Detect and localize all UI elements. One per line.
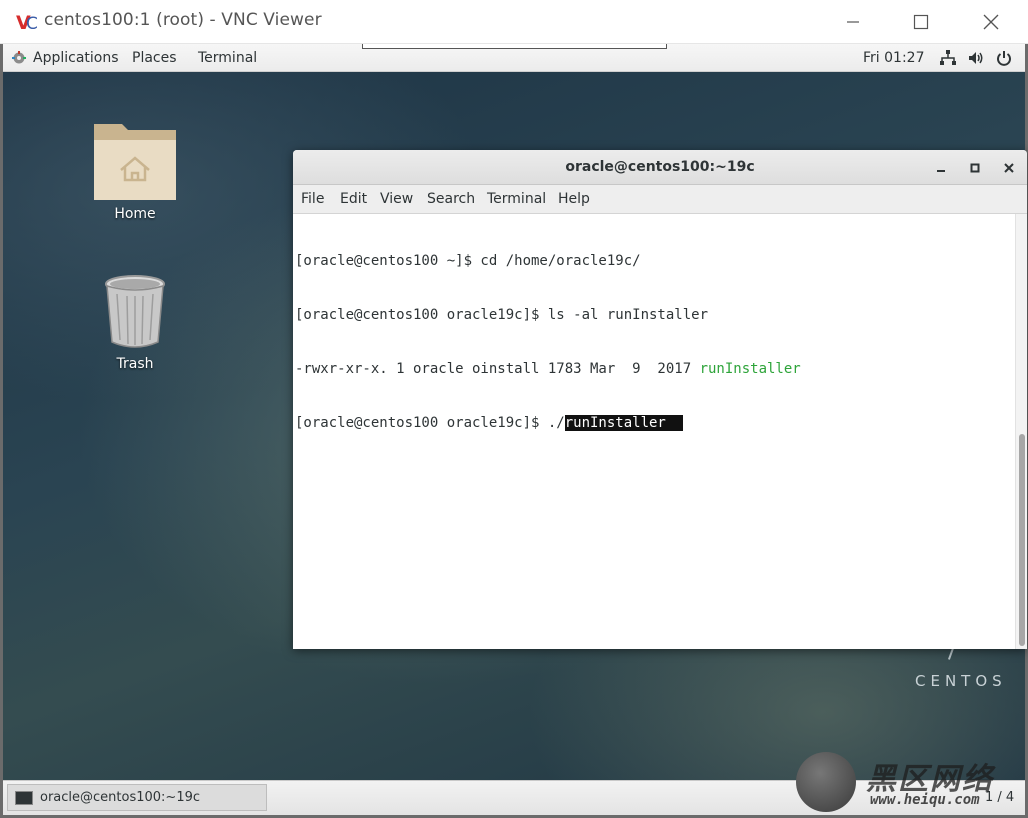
close-icon	[1004, 163, 1014, 173]
applications-menu[interactable]: Applications	[33, 50, 119, 66]
desktop-icon-label: Home	[114, 206, 156, 222]
menu-help[interactable]: Help	[558, 191, 590, 207]
maximize-button[interactable]	[898, 8, 944, 36]
terminal-title-bar[interactable]: oracle@centos100:~19c	[293, 150, 1027, 185]
menu-search[interactable]: Search	[427, 191, 475, 207]
terminal-line: [oracle@centos100 oracle19c]$ ls -al run…	[295, 307, 709, 323]
prompt-text: [oracle@centos100 oracle19c]$ ./	[295, 415, 565, 431]
network-icon[interactable]	[939, 49, 957, 67]
selected-text[interactable]: runInstaller	[564, 415, 683, 431]
terminal-menu-bar: File Edit View Search Terminal Help	[293, 185, 1027, 214]
terminal-scrollbar[interactable]	[1015, 214, 1027, 649]
terminal-line: [oracle@centos100 ~]$ cd /home/oracle19c…	[295, 253, 641, 269]
terminal-title: oracle@centos100:~19c	[565, 159, 755, 175]
applications-icon	[12, 51, 26, 64]
terminal-app-menu[interactable]: Terminal	[198, 50, 257, 66]
watermark: 黑区网络 www.heiqu.com	[796, 752, 1026, 816]
terminal-maximize-button[interactable]	[965, 158, 985, 178]
places-menu[interactable]: Places	[132, 50, 177, 66]
vnc-logo-icon: V C	[16, 12, 38, 34]
desktop-icon-home[interactable]: Home	[80, 118, 190, 222]
vnc-title-bar[interactable]: V C centos100:1 (root) - VNC Viewer	[0, 0, 1028, 44]
vnc-window-title: centos100:1 (root) - VNC Viewer	[44, 10, 322, 30]
trash-icon	[105, 275, 165, 348]
menu-view[interactable]: View	[380, 191, 413, 207]
menu-terminal[interactable]: Terminal	[487, 191, 546, 207]
terminal-close-button[interactable]	[999, 158, 1019, 178]
desktop-icon-label: Trash	[116, 356, 154, 372]
minimize-button[interactable]	[830, 8, 876, 36]
power-icon[interactable]	[995, 49, 1013, 67]
maximize-icon	[913, 14, 929, 30]
menu-file[interactable]: File	[301, 191, 324, 207]
menu-edit[interactable]: Edit	[340, 191, 367, 207]
file-permissions-text: -rwxr-xr-x. 1 oracle oinstall 1783 Mar 9…	[295, 361, 700, 377]
terminal-output[interactable]: [oracle@centos100 ~]$ cd /home/oracle19c…	[293, 214, 1015, 649]
scrollbar-thumb[interactable]	[1019, 434, 1025, 646]
close-icon	[983, 14, 999, 30]
watermark-url: www.heiqu.com	[870, 792, 980, 808]
terminal-prompt-line[interactable]: [oracle@centos100 oracle19c]$ ./runInsta…	[295, 414, 1015, 432]
clock[interactable]: Fri 01:27	[863, 50, 924, 66]
terminal-window[interactable]: oracle@centos100:~19c File Edit View Sea…	[293, 150, 1027, 649]
minimize-icon	[937, 170, 945, 172]
executable-file-name: runInstaller	[699, 361, 801, 377]
maximize-icon	[970, 163, 980, 173]
svg-text:C: C	[26, 14, 38, 34]
desktop-icon-trash[interactable]: Trash	[80, 272, 190, 372]
vnc-toolbar-handle[interactable]	[362, 44, 667, 49]
centos-wordmark: CENTOS	[915, 672, 1007, 690]
terminal-minimize-button[interactable]	[931, 158, 951, 178]
minimize-icon	[847, 21, 859, 23]
watermark-logo-icon	[796, 752, 856, 812]
close-button[interactable]	[968, 8, 1014, 36]
taskbar-item-terminal[interactable]: oracle@centos100:~19c	[7, 784, 267, 811]
terminal-line: -rwxr-xr-x. 1 oracle oinstall 1783 Mar 9…	[295, 360, 1015, 378]
home-folder-icon	[94, 124, 176, 200]
volume-icon[interactable]	[967, 49, 985, 67]
terminal-icon	[15, 791, 33, 805]
taskbar-item-label: oracle@centos100:~19c	[40, 790, 201, 805]
